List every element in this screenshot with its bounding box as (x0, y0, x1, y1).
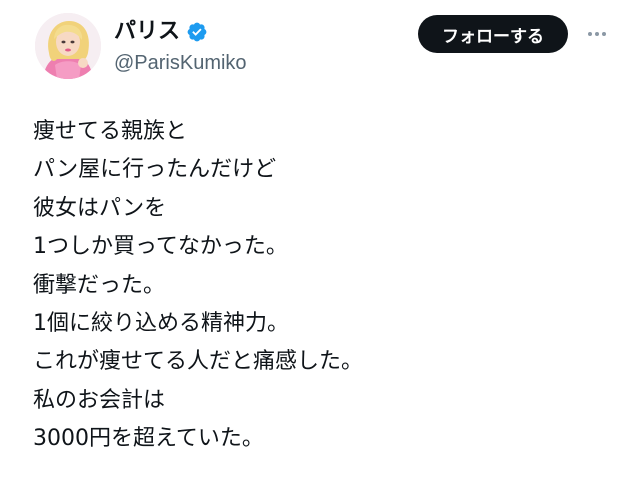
tweet-header: パリス @ParisKumiko フォローする (0, 0, 640, 100)
tweet-line: パン屋に行ったんだけど (33, 157, 277, 183)
author-display-name[interactable]: パリス (114, 18, 208, 46)
more-dot (588, 32, 592, 36)
follow-button[interactable]: フォローする (418, 15, 568, 53)
tweet-line: 1個に絞り込める精神力。 (33, 311, 289, 337)
tweet-line: 彼女はパンを (33, 195, 167, 221)
tweet-line: 痩せてる親族と (33, 119, 188, 144)
more-dot (602, 32, 606, 36)
more-dot (595, 32, 599, 36)
more-options-icon[interactable] (583, 22, 611, 46)
display-name-text: パリス (114, 19, 181, 44)
tweet-line: 1つしか買ってなかった。 (33, 234, 288, 260)
tweet-text: 痩せてる親族と パン屋に行ったんだけど 彼女はパンを 1つしか買ってなかった。 … (33, 113, 623, 459)
avatar-image (35, 13, 101, 79)
tweet-line: 衝撃だった。 (33, 272, 166, 298)
verified-badge-icon (187, 22, 207, 42)
avatar[interactable] (35, 13, 101, 79)
author-handle[interactable]: @ParisKumiko (114, 50, 247, 76)
tweet-line: 私のお会計は (33, 387, 166, 413)
tweet-line: これが痩せてる人だと痛感した。 (33, 349, 364, 375)
tweet-line: 3000円を超えていた。 (33, 426, 264, 452)
